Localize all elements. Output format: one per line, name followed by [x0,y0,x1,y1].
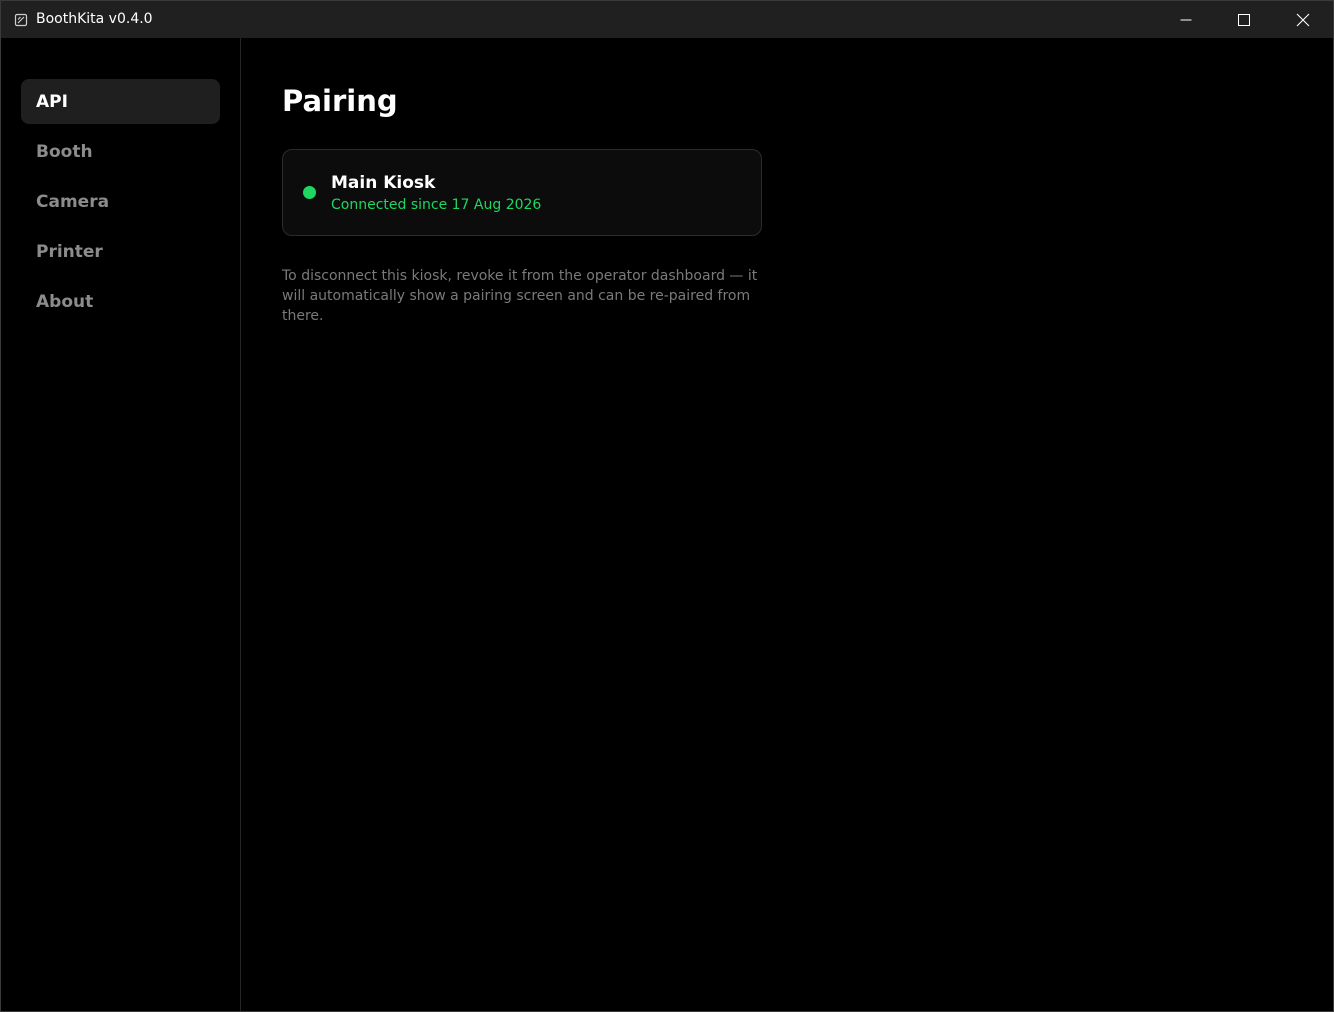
sidebar-item-booth[interactable]: Booth [21,129,220,174]
close-icon [1296,13,1310,27]
sidebar-item-printer[interactable]: Printer [21,229,220,274]
status-dot-icon [303,186,316,199]
app-window: BoothKita v0.4.0 API Booth Camera Printe… [0,0,1334,1012]
minimize-icon [1180,14,1192,26]
minimize-button[interactable] [1157,1,1215,38]
sidebar-item-about[interactable]: About [21,279,220,324]
kiosk-status: Connected since 17 Aug 2026 [331,197,542,213]
help-text: To disconnect this kiosk, revoke it from… [282,268,758,324]
sidebar-item-api[interactable]: API [21,79,220,124]
sidebar-item-camera[interactable]: Camera [21,179,220,224]
kiosk-name: Main Kiosk [331,173,436,193]
app-logo-icon [14,12,28,27]
title-bar[interactable]: BoothKita v0.4.0 [1,1,1333,38]
main-content: Pairing Main Kiosk Connected since 17 Au… [241,38,1333,1011]
maximize-button[interactable] [1215,1,1273,38]
window-title: BoothKita v0.4.0 [36,11,153,27]
sidebar: API Booth Camera Printer About [1,38,241,1011]
close-button[interactable] [1274,1,1332,38]
kiosk-card: Main Kiosk Connected since 17 Aug 2026 [282,149,762,236]
maximize-icon [1238,13,1250,26]
page-title: Pairing [282,84,398,118]
